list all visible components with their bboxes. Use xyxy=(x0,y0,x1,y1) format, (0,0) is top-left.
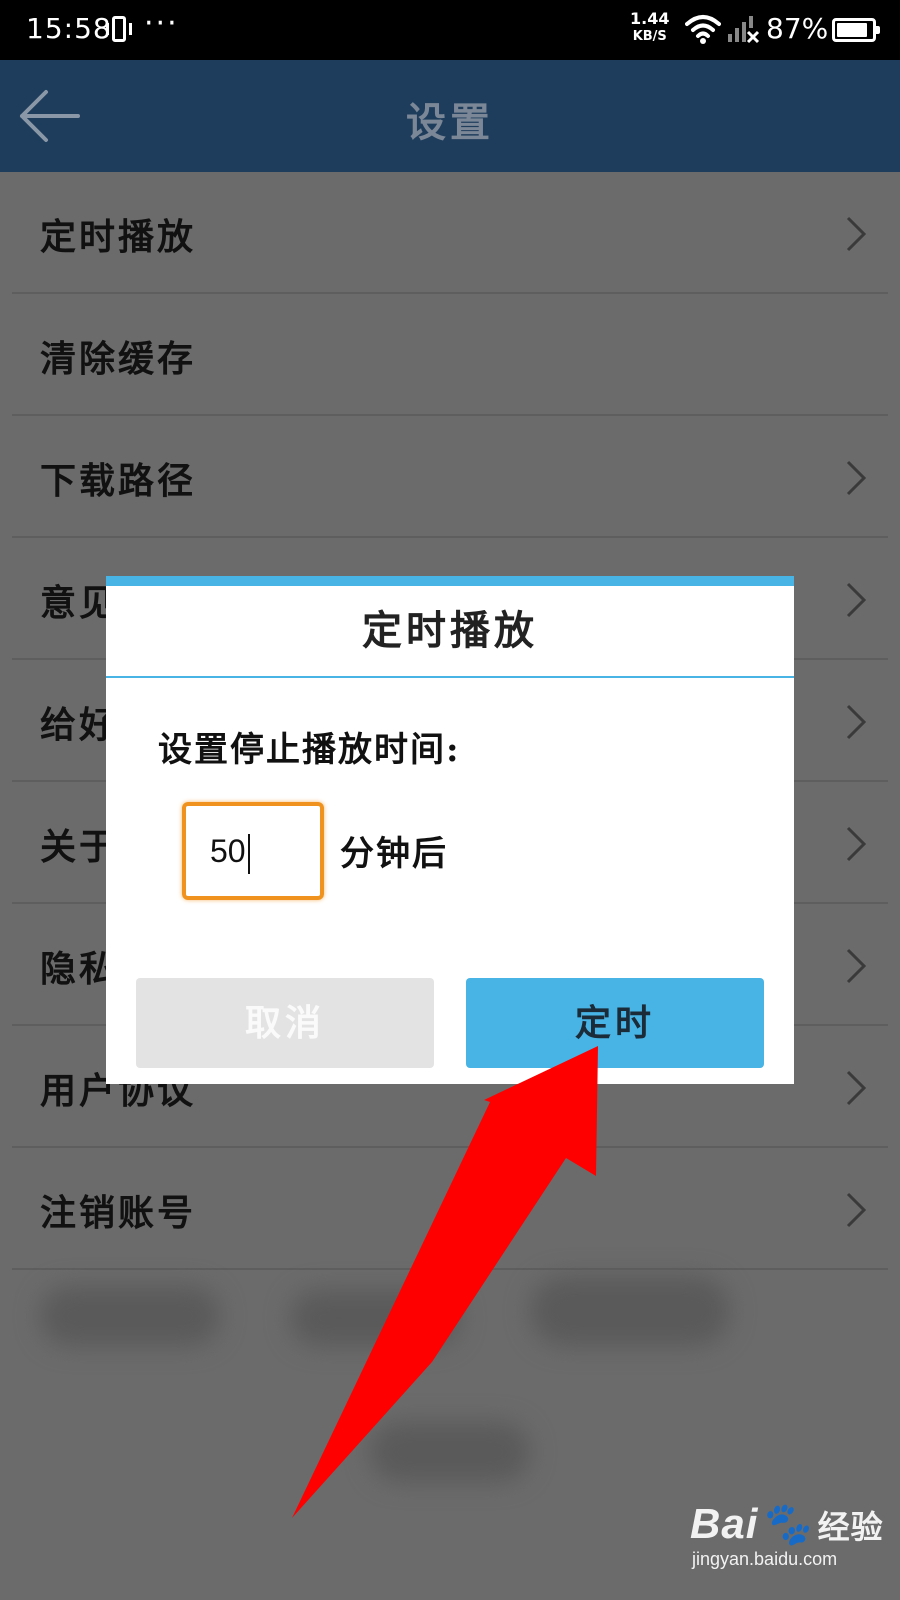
chevron-right-icon xyxy=(846,826,867,862)
vibrate-icon xyxy=(106,16,132,42)
settings-row-label: 下载路径 xyxy=(40,460,197,502)
blurred-content xyxy=(530,1276,730,1346)
page-title: 设置 xyxy=(406,99,494,146)
paw-icon: 🐾 xyxy=(758,1500,812,1547)
dialog-prompt: 设置停止播放时间: xyxy=(158,730,461,770)
battery-percent: 87% xyxy=(766,12,829,45)
app-header: 设置 xyxy=(0,60,900,172)
blurred-content xyxy=(290,1290,460,1346)
signal-icon xyxy=(728,16,760,44)
chevron-right-icon xyxy=(846,948,867,984)
status-time: 15:58 xyxy=(26,12,112,45)
chevron-right-icon xyxy=(846,1192,867,1228)
network-speed-unit: KB/S xyxy=(632,29,667,44)
watermark-brand-text: Bai xyxy=(690,1500,759,1547)
minutes-unit-label: 分钟后 xyxy=(340,834,448,874)
settings-row-label: 注销账号 xyxy=(40,1192,197,1234)
cancel-button[interactable]: 取消 xyxy=(136,978,434,1068)
blurred-content xyxy=(40,1286,220,1346)
settings-row[interactable]: 清除缓存 xyxy=(12,294,888,416)
text-caret xyxy=(247,833,250,874)
baidu-jingyan-watermark: Bai🐾 经验 jingyan.baidu.com xyxy=(690,1500,884,1570)
chevron-right-icon xyxy=(846,582,867,618)
settings-row-label: 定时播放 xyxy=(40,216,197,258)
set-timer-button[interactable]: 定时 xyxy=(466,978,764,1068)
settings-row-label: 清除缓存 xyxy=(40,338,197,380)
settings-row[interactable]: 下载路径 xyxy=(12,416,888,538)
network-speed: 1.44 KB/S xyxy=(630,10,669,46)
watermark-url: jingyan.baidu.com xyxy=(692,1549,838,1569)
watermark-brand-cn: 经验 xyxy=(817,1508,884,1546)
battery-icon xyxy=(832,18,880,42)
status-dots: ··· xyxy=(144,6,179,41)
battery-fill xyxy=(837,23,867,37)
blurred-content xyxy=(370,1422,530,1482)
network-speed-value: 1.44 xyxy=(630,9,670,28)
wifi-icon xyxy=(685,15,721,44)
chevron-right-icon xyxy=(846,704,867,740)
watermark-brand: Bai🐾 经验 xyxy=(690,1500,884,1549)
minutes-input-value: 50 xyxy=(210,833,246,869)
chevron-right-icon xyxy=(846,1070,867,1106)
chevron-right-icon xyxy=(846,460,867,496)
status-bar: 15:58 ··· 1.44 KB/S 87% xyxy=(0,0,900,60)
dialog-title: 定时播放 xyxy=(106,586,794,678)
settings-row[interactable]: 定时播放 xyxy=(12,172,888,294)
chevron-right-icon xyxy=(846,216,867,252)
timer-dialog: 定时播放 设置停止播放时间: 50 分钟后 取消 定时 xyxy=(106,576,794,1084)
minutes-input[interactable]: 50 xyxy=(182,802,324,900)
settings-row[interactable]: 注销账号 xyxy=(12,1148,888,1270)
